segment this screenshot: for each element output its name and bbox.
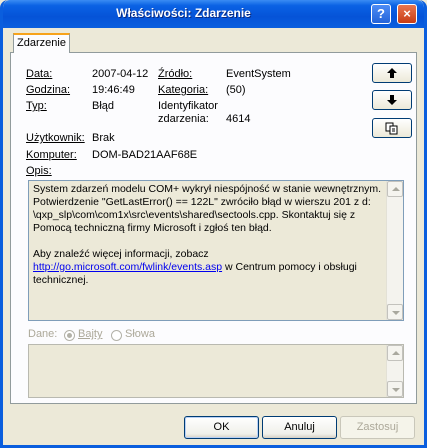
source-label: Źródło:: [158, 68, 193, 80]
description-label: Opis:: [26, 165, 52, 177]
copy-button[interactable]: [372, 118, 412, 138]
time-value: 19:46:49: [92, 84, 135, 96]
description-text: System zdarzeń modelu COM+ wykrył niespó…: [33, 183, 383, 287]
scroll-down-icon: [392, 311, 400, 315]
scroll-down-button[interactable]: [387, 381, 403, 397]
words-radio[interactable]: [111, 330, 122, 341]
scroll-up-button[interactable]: [387, 181, 403, 197]
title-bar[interactable]: Właściwości: Zdarzenie ? ×: [3, 0, 424, 28]
previous-event-button[interactable]: [372, 63, 412, 83]
description-line: Potwierdzenie "GetLastError() == 122L" z…: [33, 196, 371, 208]
time-label: Godzina:: [26, 84, 71, 96]
data-scrollbar[interactable]: [386, 345, 403, 397]
description-line: \qxp_slp\com\com1x\src\events\shared\sec…: [33, 209, 356, 221]
description-scrollbar[interactable]: [386, 181, 403, 320]
next-event-button[interactable]: [372, 90, 412, 110]
scroll-up-icon: [392, 351, 400, 355]
type-value: Błąd: [92, 100, 115, 112]
event-id-label: Identyfikator: [158, 100, 218, 112]
description-textbox[interactable]: System zdarzeń modelu COM+ wykrył niespó…: [28, 180, 404, 321]
apply-button[interactable]: Zastosuj: [340, 416, 415, 439]
help-link[interactable]: http://go.microsoft.com/fwlink/events.as…: [33, 261, 222, 273]
source-value: EventSystem: [226, 68, 291, 80]
user-label: Użytkownik:: [26, 132, 85, 144]
scroll-up-icon: [392, 187, 400, 191]
computer-value: DOM-BAD21AAF68E: [92, 149, 198, 161]
type-label: Typ:: [26, 100, 47, 112]
words-label[interactable]: Słowa: [125, 328, 155, 340]
description-line: Aby znaleźć więcej informacji, zobacz: [33, 248, 209, 260]
tab-event[interactable]: Zdarzenie: [13, 33, 70, 53]
arrow-down-icon: [387, 95, 397, 105]
event-id-value: 4614: [226, 113, 251, 125]
arrow-up-icon: [387, 68, 397, 78]
bytes-radio[interactable]: [64, 330, 75, 341]
data-textbox[interactable]: [28, 344, 404, 398]
event-properties-window: Właściwości: Zdarzenie ? × Zdarzenie Dat…: [0, 0, 427, 448]
event-id-label-2: zdarzenia:: [158, 113, 209, 125]
bytes-label[interactable]: Bajty: [78, 328, 102, 340]
scroll-down-icon: [392, 388, 400, 392]
date-value: 2007-04-12: [92, 68, 149, 80]
scroll-down-button[interactable]: [387, 304, 403, 320]
computer-label: Komputer:: [26, 149, 77, 161]
cancel-button[interactable]: Anuluj: [262, 416, 337, 439]
scroll-up-button[interactable]: [387, 345, 403, 361]
close-button[interactable]: ×: [397, 4, 417, 24]
help-button[interactable]: ?: [371, 4, 391, 24]
category-label: Kategoria:: [158, 84, 209, 96]
description-line: Pomocą techniczną firmy Microsoft i zgło…: [33, 222, 272, 234]
user-value: Brak: [92, 132, 115, 144]
description-line: w Centrum pomocy i obsługi: [222, 261, 357, 273]
date-label: Data:: [26, 68, 53, 80]
description-line: System zdarzeń modelu COM+ wykrył niespó…: [33, 183, 382, 195]
ok-button[interactable]: OK: [184, 416, 259, 439]
window-title: Właściwości: Zdarzenie: [116, 6, 251, 20]
category-value: (50): [226, 84, 246, 96]
copy-icon: [385, 122, 398, 135]
data-label: Dane:: [28, 328, 58, 340]
description-line: technicznej.: [33, 274, 89, 286]
